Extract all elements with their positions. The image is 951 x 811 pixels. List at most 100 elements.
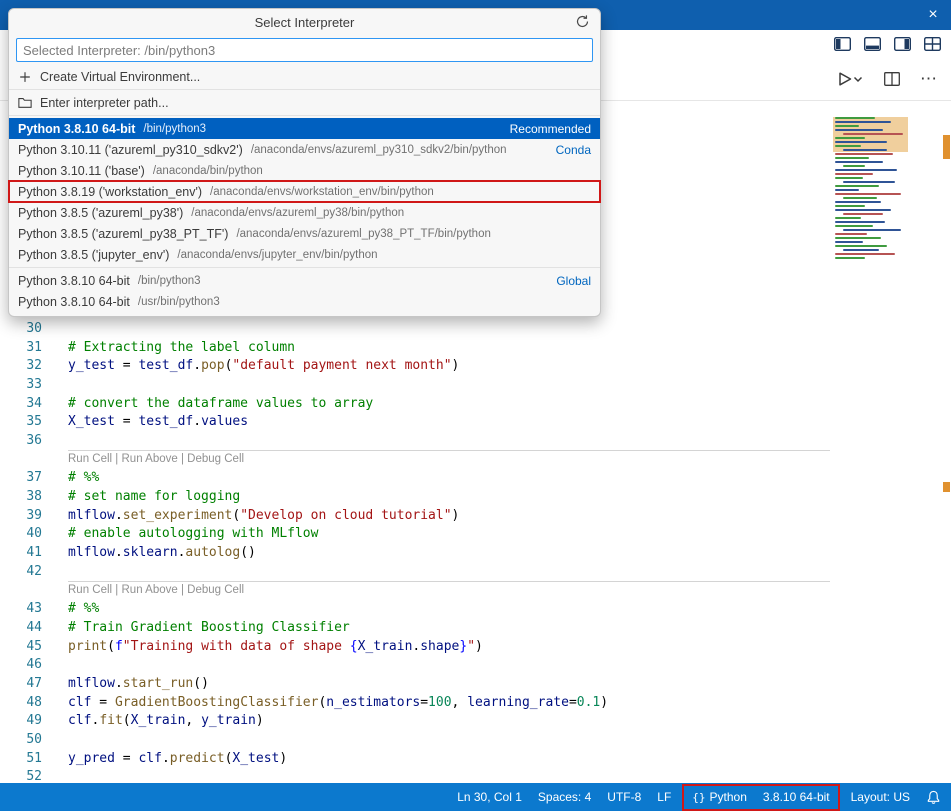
recommended-badge: Recommended	[502, 122, 591, 136]
interpreter-item[interactable]: Python 3.10.11 ('azureml_py310_sdkv2')/a…	[9, 139, 600, 160]
line-number[interactable]: 39	[0, 508, 42, 523]
code-row: Run Cell | Run Above | Debug Cell	[0, 581, 831, 600]
line-number[interactable]: 34	[0, 396, 42, 411]
line-number[interactable]: 43	[0, 601, 42, 616]
interpreter-item[interactable]: Python 3.8.5 ('azureml_py38_PT_TF')/anac…	[9, 223, 600, 244]
code-row: 48 clf = GradientBoostingClassifier(n_est…	[0, 693, 831, 712]
code-line[interactable]: # Train Gradient Boosting Classifier	[68, 620, 350, 635]
minimap[interactable]	[833, 117, 941, 261]
language-mode[interactable]: {} Python	[684, 786, 755, 809]
language-label: Python	[710, 790, 747, 804]
line-number[interactable]: 38	[0, 489, 42, 504]
minimap-line	[835, 257, 865, 259]
code-row: 38 # set name for logging	[0, 487, 831, 506]
interpreter-item[interactable]: Python 3.8.10 64-bit/bin/python3Global	[9, 270, 600, 291]
interpreter-item[interactable]: Python 3.8.10 64-bit/usr/bin/python3	[9, 291, 600, 312]
codelens-debug-cell[interactable]: Debug Cell	[187, 584, 244, 596]
overview-ruler	[942, 30, 951, 783]
cursor-position[interactable]: Ln 30, Col 1	[449, 783, 530, 811]
code-line[interactable]: # set name for logging	[68, 489, 240, 504]
eol-indicator[interactable]: LF	[649, 783, 679, 811]
minimap-line	[835, 177, 863, 179]
codelens-run-above[interactable]: Run Above	[122, 453, 178, 465]
toggle-primary-sidebar-icon[interactable]	[834, 37, 851, 51]
minimap-line	[835, 129, 883, 131]
line-number[interactable]: 48	[0, 695, 42, 710]
quickpick-action-item[interactable]: Create Virtual Environment...	[9, 66, 600, 87]
item-path: /anaconda/envs/jupyter_env/bin/python	[177, 249, 377, 261]
codelens-debug-cell[interactable]: Debug Cell	[187, 453, 244, 465]
quickpick-action-item[interactable]: Enter interpreter path...	[9, 92, 600, 113]
encoding[interactable]: UTF-8	[599, 783, 649, 811]
plus-icon	[18, 70, 36, 84]
code-line[interactable]: mlflow.set_experiment("Develop on cloud …	[68, 508, 459, 523]
split-editor-icon[interactable]	[884, 72, 900, 86]
code-line[interactable]: X_test = test_df.values	[68, 414, 248, 429]
toggle-panel-icon[interactable]	[864, 37, 881, 51]
code-row: 34 # convert the dataframe values to arra…	[0, 394, 831, 413]
code-line[interactable]: y_test = test_df.pop("default payment ne…	[68, 358, 459, 373]
line-number[interactable]: 44	[0, 620, 42, 635]
code-line[interactable]: # convert the dataframe values to array	[68, 396, 373, 411]
line-number[interactable]: 50	[0, 732, 42, 747]
item-label: Python 3.8.5 ('azureml_py38')	[18, 206, 183, 220]
close-icon[interactable]: ×	[915, 0, 951, 30]
line-number[interactable]: 41	[0, 545, 42, 560]
cell-boundary	[68, 581, 830, 582]
minimap-line	[843, 229, 901, 231]
notifications-bell-icon[interactable]	[918, 783, 951, 811]
line-number[interactable]: 51	[0, 751, 42, 766]
code-line[interactable]: mlflow.start_run()	[68, 676, 209, 691]
customize-layout-icon[interactable]	[924, 37, 941, 51]
minimap-line	[835, 117, 875, 119]
run-cell-button[interactable]	[837, 71, 864, 87]
code-line[interactable]: clf.fit(X_train, y_train)	[68, 713, 264, 728]
toggle-secondary-sidebar-icon[interactable]	[894, 37, 911, 51]
line-number[interactable]: 35	[0, 414, 42, 429]
interpreter-item[interactable]: Python 3.10.11 ('base')/anaconda/bin/pyt…	[9, 160, 600, 181]
codelens-run-above[interactable]: Run Above	[122, 584, 178, 596]
code-line[interactable]: clf = GradientBoostingClassifier(n_estim…	[68, 695, 608, 710]
codelens-run-cell[interactable]: Run Cell	[68, 453, 112, 465]
code-line[interactable]: # %%	[68, 601, 99, 616]
minimap-line	[835, 157, 869, 159]
line-number[interactable]: 42	[0, 564, 42, 579]
code-area[interactable]: 30 31 # Extracting the label column 32 y_tes…	[0, 319, 831, 785]
interpreter-item[interactable]: Python 3.8.5 ('jupyter_env')/anaconda/en…	[9, 244, 600, 265]
interpreter-item[interactable]: Python 3.8.10 64-bit/bin/python3Recommen…	[9, 118, 600, 139]
line-number[interactable]: 37	[0, 470, 42, 485]
refresh-icon[interactable]	[575, 14, 591, 30]
code-line[interactable]: # %%	[68, 470, 99, 485]
folder-icon	[18, 96, 36, 109]
interpreter-search-input[interactable]	[16, 38, 593, 62]
layout-controls	[834, 37, 941, 51]
line-number[interactable]: 47	[0, 676, 42, 691]
keyboard-layout[interactable]: Layout: US	[843, 783, 918, 811]
codelens-run-cell[interactable]: Run Cell	[68, 584, 112, 596]
interpreter-item[interactable]: Python 3.8.5 ('azureml_py38')/anaconda/e…	[9, 202, 600, 223]
line-number[interactable]: 30	[0, 321, 42, 336]
line-number[interactable]: 40	[0, 526, 42, 541]
minimap-line	[835, 221, 885, 223]
indentation[interactable]: Spaces: 4	[530, 783, 599, 811]
interpreter-item[interactable]: Python 3.8.19 ('workstation_env')/anacon…	[9, 181, 600, 202]
code-row: 39 mlflow.set_experiment("Develop on clou…	[0, 506, 831, 525]
code-line[interactable]: mlflow.sklearn.autolog()	[68, 545, 256, 560]
line-number[interactable]: 49	[0, 713, 42, 728]
code-row: 33	[0, 375, 831, 394]
code-line[interactable]: # enable autologging with MLflow	[68, 526, 318, 541]
line-number[interactable]: 31	[0, 340, 42, 355]
line-number[interactable]: 36	[0, 433, 42, 448]
line-number[interactable]: 45	[0, 639, 42, 654]
python-interpreter-status[interactable]: 3.8.10 64-bit	[755, 786, 838, 809]
code-line[interactable]: print(f"Training with data of shape {X_t…	[68, 639, 483, 654]
minimap-line	[843, 213, 883, 215]
overview-ruler-mark	[943, 482, 950, 492]
code-line[interactable]: y_pred = clf.predict(X_test)	[68, 751, 287, 766]
line-number[interactable]: 46	[0, 657, 42, 672]
line-number[interactable]: 32	[0, 358, 42, 373]
code-line[interactable]: # Extracting the label column	[68, 340, 295, 355]
more-actions-icon[interactable]: ⋯	[920, 74, 937, 84]
line-number[interactable]: 33	[0, 377, 42, 392]
item-path: /anaconda/envs/workstation_env/bin/pytho…	[210, 186, 434, 198]
